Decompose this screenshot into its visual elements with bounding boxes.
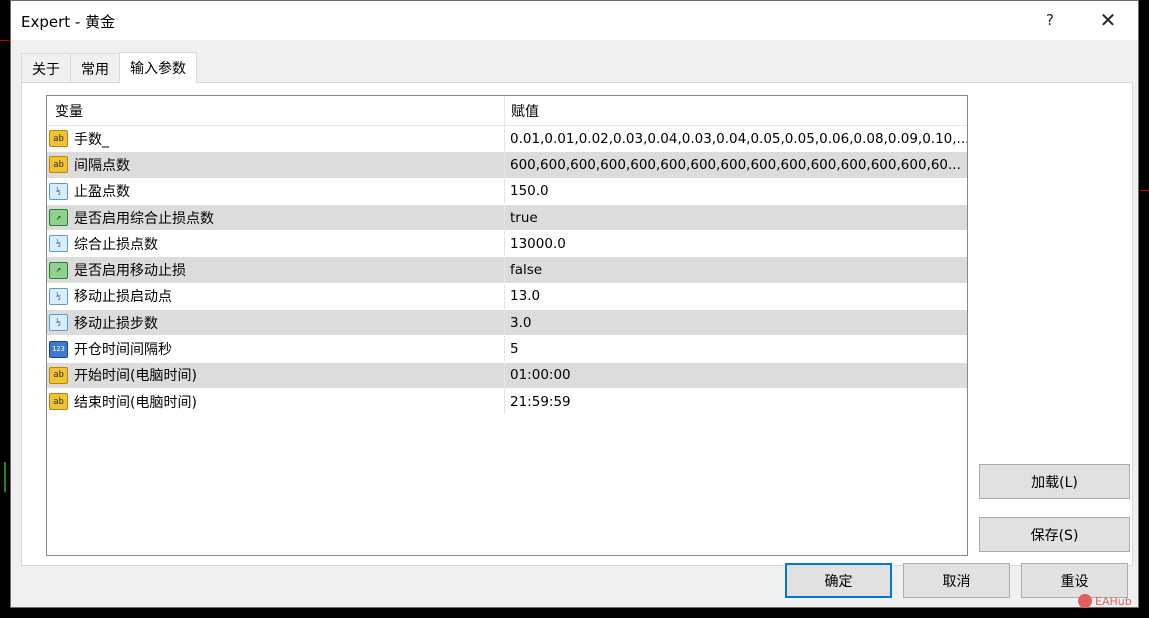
chart-background-mark [0,40,10,41]
variable-cell: ↗ 是否启用综合止损点数 [47,204,505,231]
table-row[interactable]: ↗ 是否启用综合止损点数 true [47,204,967,232]
variable-cell: ½ 综合止损点数 [47,231,505,257]
variable-name: 开仓时间间隔秒 [74,342,172,359]
tab-common[interactable]: 常用 [70,53,120,83]
table-row[interactable]: ½ 移动止损启动点 13.0 [47,283,967,311]
string-type-icon: ab [49,393,68,411]
chart-background-candle [4,462,6,492]
value-cell[interactable]: 01:00:00 [505,363,967,388]
value-cell[interactable]: 5 [505,336,967,361]
window-title: Expert - 黄金 [21,13,116,31]
value-cell[interactable]: 13.0 [505,284,967,309]
table-row[interactable]: ½ 综合止损点数 13000.0 [47,231,967,258]
chart-background-mark [1140,190,1149,191]
help-button[interactable]: ? [1027,5,1073,35]
variable-name: 综合止损点数 [74,236,158,253]
value-cell[interactable]: 600,600,600,600,600,600,600,600,600,600,… [505,152,967,177]
load-button[interactable]: 加载(L) [979,464,1130,499]
column-header-variable[interactable]: 变量 [47,96,505,125]
value-cell[interactable]: 13000.0 [505,231,967,256]
watermark-logo-icon [1078,594,1092,608]
variable-name: 手数_ [74,131,109,148]
double-type-icon: ½ [49,314,68,332]
save-button[interactable]: 保存(S) [979,517,1130,552]
variable-name: 间隔点数 [74,157,130,174]
table-row[interactable]: ½ 止盈点数 150.0 [47,178,967,205]
bool-type-icon: ↗ [49,209,68,227]
cancel-button[interactable]: 取消 [903,563,1010,598]
parameters-grid: 变量 赋值 ab 手数_ 0.01,0.01,0.02,0.03,0.04,0.03… [46,95,968,556]
variable-cell: ab 开始时间(电脑时间) [47,362,505,388]
variable-name: 移动止损启动点 [74,289,172,306]
double-type-icon: ½ [49,235,68,253]
table-row[interactable]: ab 结束时间(电脑时间) 21:59:59 [47,388,967,416]
double-type-icon: ½ [49,182,68,200]
close-button[interactable]: ✕ [1085,5,1131,35]
variable-cell: ab 结束时间(电脑时间) [47,388,505,415]
double-type-icon: ½ [49,287,68,305]
reset-button[interactable]: 重设 [1021,563,1128,598]
string-type-icon: ab [49,156,68,174]
variable-cell: ½ 移动止损启动点 [47,283,505,310]
bool-type-icon: ↗ [49,261,68,279]
inputs-panel: 变量 赋值 ab 手数_ 0.01,0.01,0.02,0.03,0.04,0.03… [21,82,1133,566]
table-row[interactable]: ab 间隔点数 600,600,600,600,600,600,600,600,60… [47,152,967,179]
watermark-text: EAHub [1095,594,1132,608]
variable-name: 止盈点数 [74,184,130,201]
variable-cell: ab 间隔点数 [47,152,505,178]
variable-name: 移动止损步数 [74,315,158,332]
string-type-icon: ab [49,366,68,384]
value-cell[interactable]: false [505,257,967,282]
string-type-icon: ab [49,130,68,148]
table-row[interactable]: ab 开始时间(电脑时间) 01:00:00 [47,362,967,389]
watermark: EAHub [1078,594,1132,608]
value-cell[interactable]: true [505,205,967,230]
variable-cell: ½ 移动止损步数 [47,310,505,336]
variable-cell: ab 手数_ [47,126,505,152]
grid-header: 变量 赋值 [47,96,967,126]
expert-dialog: Expert - 黄金 ? ✕ 关于 常用 输入参数 变量 赋值 ab 手数_ 0.… [10,0,1139,608]
column-header-value[interactable]: 赋值 [505,96,967,125]
tab-strip: 关于 常用 输入参数 [21,52,197,83]
value-cell[interactable]: 21:59:59 [505,389,967,414]
variable-name: 是否启用综合止损点数 [74,210,214,227]
variable-cell: ½ 止盈点数 [47,178,505,204]
grid-rows: ab 手数_ 0.01,0.01,0.02,0.03,0.04,0.03,0.04,… [47,126,967,416]
variable-cell: ↗ 是否启用移动止损 [47,257,505,283]
variable-cell: 123 开仓时间间隔秒 [47,336,505,362]
tab-inputs[interactable]: 输入参数 [119,52,197,83]
table-row[interactable]: ↗ 是否启用移动止损 false [47,257,967,284]
value-cell[interactable]: 3.0 [505,310,967,335]
tab-about[interactable]: 关于 [21,53,71,83]
variable-name: 开始时间(电脑时间) [74,368,197,385]
value-cell[interactable]: 0.01,0.01,0.02,0.03,0.04,0.03,0.04,0.05,… [505,126,967,151]
integer-type-icon: 123 [49,340,68,358]
table-row[interactable]: ab 手数_ 0.01,0.01,0.02,0.03,0.04,0.03,0.04,… [47,126,967,153]
table-row[interactable]: 123 开仓时间间隔秒 5 [47,336,967,363]
table-row[interactable]: ½ 移动止损步数 3.0 [47,310,967,337]
value-cell[interactable]: 150.0 [505,179,967,204]
ok-button[interactable]: 确定 [785,563,892,598]
variable-name: 是否启用移动止损 [74,263,186,280]
title-bar: Expert - 黄金 ? ✕ [11,1,1138,40]
variable-name: 结束时间(电脑时间) [74,394,197,411]
